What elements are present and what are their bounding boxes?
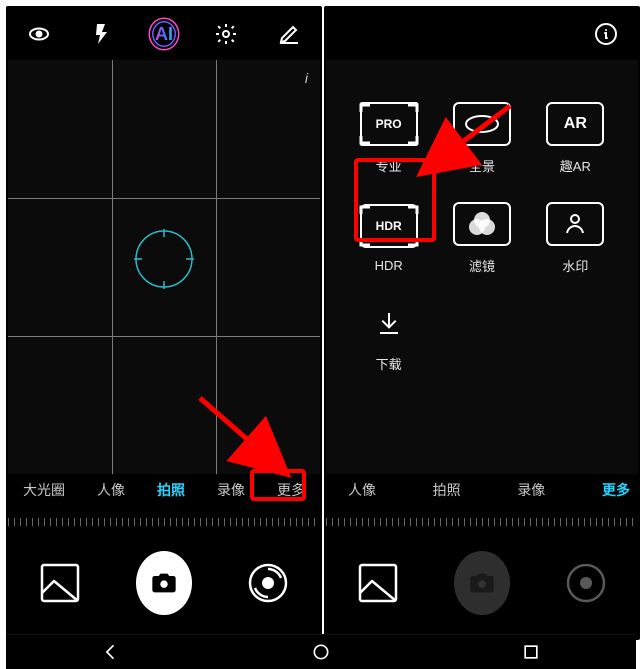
tile-pro[interactable]: PRO 专业 (344, 90, 433, 186)
mode-portrait[interactable]: 人像 (344, 474, 380, 506)
zoom-ruler[interactable] (8, 512, 320, 526)
settings-gear-icon[interactable] (212, 20, 240, 48)
shutter-button[interactable] (136, 555, 192, 611)
mode-more[interactable]: 更多 (598, 474, 634, 506)
tutorial-composite: AI i 大光圈 人像 拍照 (0, 0, 642, 669)
edit-pen-icon[interactable] (275, 20, 303, 48)
tile-label: 全景 (469, 156, 495, 175)
bottom-bar (8, 528, 320, 638)
camera-topbar (326, 8, 638, 60)
mode-photo[interactable]: 拍照 (429, 474, 465, 506)
viewfinder[interactable]: i (8, 60, 320, 474)
flash-icon[interactable] (88, 20, 116, 48)
tile-hdr[interactable]: HDR HDR (344, 190, 433, 286)
mode-aperture[interactable]: 大光圈 (19, 474, 69, 506)
mode-video[interactable]: 录像 (213, 474, 249, 506)
switch-camera-icon (558, 555, 614, 611)
tile-label: 滤镜 (469, 256, 495, 275)
mode-portrait[interactable]: 人像 (93, 474, 129, 506)
eye-icon[interactable] (25, 20, 53, 48)
tile-download[interactable]: 下载 (344, 290, 433, 386)
mode-video[interactable]: 录像 (513, 474, 549, 506)
mode-photo[interactable]: 拍照 (153, 474, 189, 506)
mode-selector: 大光圈 人像 拍照 录像 更多 (9, 474, 319, 508)
mode-more[interactable]: 更多 (273, 474, 309, 506)
pro-icon: PRO (360, 102, 418, 146)
switch-camera-icon[interactable] (240, 555, 296, 611)
panorama-icon (453, 102, 511, 146)
nav-back-icon[interactable] (100, 641, 122, 663)
tile-panorama[interactable]: 全景 (437, 90, 526, 186)
gallery-thumb[interactable] (350, 555, 406, 611)
tile-label: 水印 (562, 256, 588, 275)
mode-selector: 人像 拍照 录像 更多 (326, 474, 642, 508)
shutter-button (454, 555, 510, 611)
tile-watermark[interactable]: 水印 (531, 190, 620, 286)
ai-icon[interactable]: AI (150, 20, 178, 48)
ar-icon: AR (546, 102, 604, 146)
tile-label: 趣AR (560, 156, 591, 175)
tile-icon-label: AR (564, 115, 587, 133)
download-icon (362, 304, 416, 344)
android-navbar (6, 634, 636, 669)
zoom-ruler[interactable] (326, 512, 638, 526)
filter-icon (453, 202, 511, 246)
nav-home-icon[interactable] (310, 641, 332, 663)
watermark-icon (546, 202, 604, 246)
focus-ring-icon (129, 224, 199, 294)
bottom-bar (326, 528, 638, 638)
phone-left: AI i 大光圈 人像 拍照 (6, 6, 322, 640)
tile-label: HDR (375, 258, 403, 273)
info-circle-icon[interactable] (592, 20, 620, 48)
gallery-thumb[interactable] (32, 555, 88, 611)
tile-filter[interactable]: 滤镜 (437, 190, 526, 286)
tile-label: 专业 (376, 156, 402, 175)
nav-recent-icon[interactable] (520, 641, 542, 663)
camera-topbar: AI (8, 8, 320, 60)
info-i-icon: i (305, 70, 308, 86)
phone-right: PRO 专业 全景 AR 趣AR (324, 6, 640, 640)
hdr-icon: HDR (360, 204, 418, 248)
tile-ar[interactable]: AR 趣AR (531, 90, 620, 186)
more-panel: PRO 专业 全景 AR 趣AR (326, 60, 638, 474)
tile-label: 下载 (376, 354, 402, 373)
